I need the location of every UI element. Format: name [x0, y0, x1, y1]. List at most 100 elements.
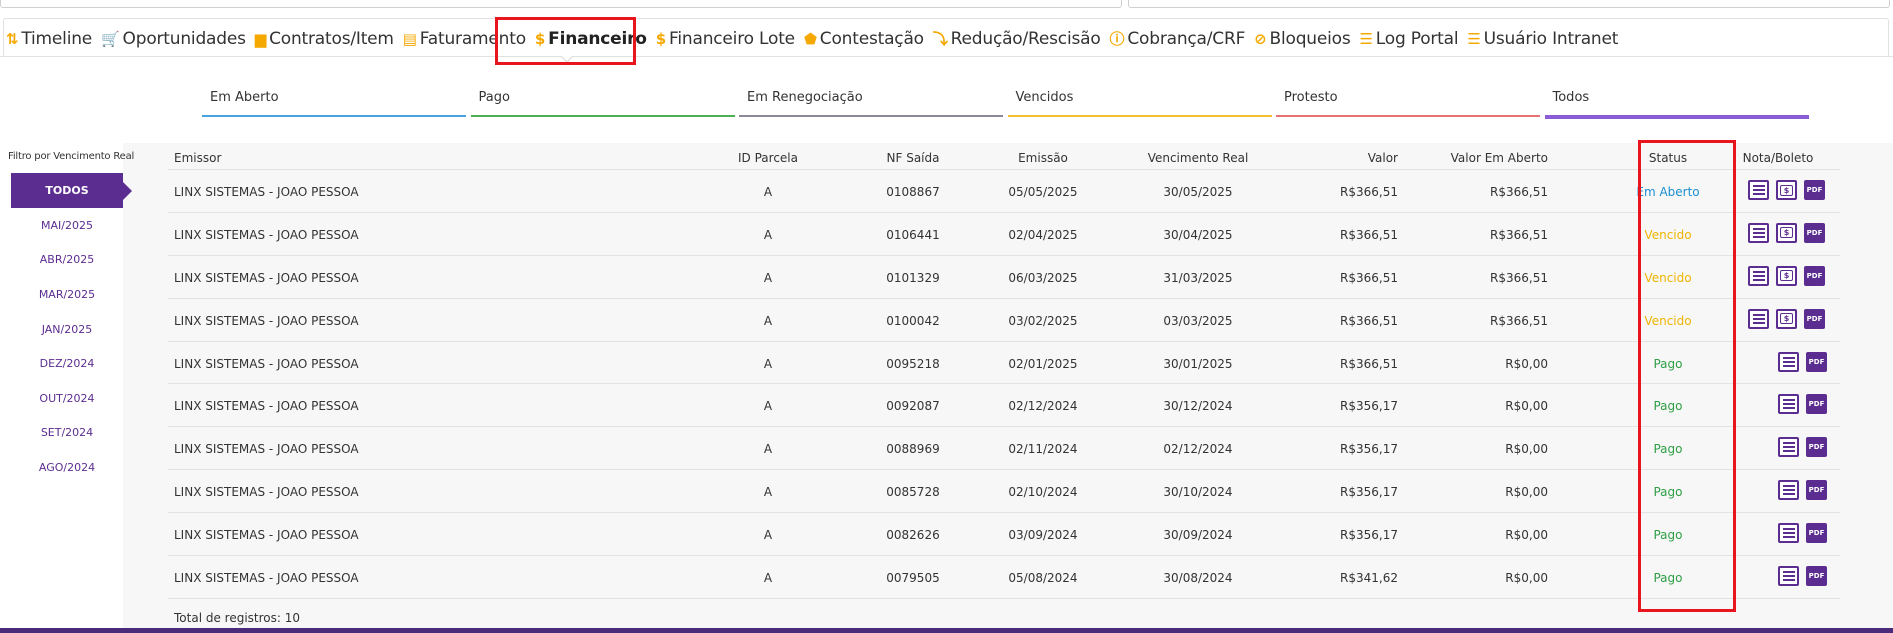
boleto-icon[interactable]: $	[1776, 265, 1797, 286]
document-icon[interactable]	[1778, 351, 1799, 372]
filter-item-ago-2024[interactable]: AGO/2024	[11, 450, 123, 485]
pdf-icon[interactable]: PDF	[1806, 566, 1827, 587]
pdf-icon[interactable]: PDF	[1806, 480, 1827, 501]
cell-vencimento-real: 02/12/2024	[1163, 442, 1233, 457]
table-row: LINX SISTEMAS - JOAO PESSOA A 0088969 02/11…	[168, 427, 1840, 471]
block-icon: ⊘	[1254, 29, 1267, 48]
header-nf-saida[interactable]: NF Saída	[858, 151, 968, 165]
cell-valor: R$356,17	[1340, 485, 1398, 500]
cell-valor: R$341,62	[1340, 571, 1398, 586]
document-icon[interactable]	[1748, 222, 1769, 243]
status-tab-em-renegocia-o[interactable]: Em Renegociação	[739, 86, 1008, 117]
document-icon[interactable]	[1748, 180, 1769, 200]
cell-emissao: 05/08/2024	[1008, 571, 1078, 586]
status-tab-em-aberto[interactable]: Em Aberto	[202, 86, 471, 117]
pdf-glyph: PDF	[1806, 186, 1823, 194]
cell-nf-saida: 0092087	[886, 399, 940, 414]
cell-emissao: 02/11/2024	[1008, 442, 1078, 457]
tab-log-portal[interactable]: ☰ Log Portal	[1360, 29, 1459, 49]
document-icon[interactable]	[1778, 480, 1799, 501]
pdf-glyph: PDF	[1806, 314, 1823, 323]
pdf-icon[interactable]: PDF	[1804, 265, 1825, 286]
status-tab-underline	[739, 115, 1003, 117]
tab-timeline[interactable]: ⇅ Timeline	[6, 29, 92, 49]
document-lines	[1782, 360, 1795, 363]
document-icon: ▤	[402, 29, 417, 48]
table-row: LINX SISTEMAS - JOAO PESSOA A 0095218 02/01…	[168, 342, 1840, 385]
header-valor[interactable]: Valor	[1318, 151, 1398, 165]
cell-emissao: 03/02/2025	[1008, 313, 1078, 328]
cell-emissor: LINX SISTEMAS - JOAO PESSOA	[174, 485, 359, 500]
pdf-icon[interactable]: PDF	[1804, 222, 1825, 243]
filter-item-mai-2025[interactable]: MAI/2025	[11, 208, 123, 243]
filter-item-out-2024[interactable]: OUT/2024	[11, 381, 123, 416]
document-icon[interactable]	[1778, 523, 1799, 544]
filter-item-jan-2025[interactable]: JAN/2025	[11, 312, 123, 347]
tab-contratos-item[interactable]: ▆ Contratos/Item	[255, 29, 394, 49]
cell-nf-saida: 0079505	[886, 571, 940, 586]
header-nota-boleto: Nota/Boleto	[1742, 151, 1814, 165]
cell-emissor: LINX SISTEMAS - JOAO PESSOA	[174, 313, 359, 328]
filter-item-mar-2025[interactable]: MAR/2025	[11, 277, 123, 312]
top-input-right[interactable]	[1128, 0, 1890, 8]
status-tab-pago[interactable]: Pago	[470, 86, 740, 117]
tab-oportunidades[interactable]: 🛒 Oportunidades	[101, 29, 246, 49]
boleto-icon[interactable]: $	[1776, 180, 1797, 200]
nota-boleto-actions: PDF	[1778, 480, 1862, 501]
cell-valor-em-aberto: R$0,00	[1505, 399, 1548, 414]
document-icon[interactable]	[1748, 265, 1769, 286]
document-icon[interactable]	[1748, 308, 1769, 329]
pdf-icon[interactable]: PDF	[1806, 437, 1827, 458]
tab-label: Oportunidades	[122, 28, 246, 49]
document-icon[interactable]	[1778, 394, 1799, 415]
status-tabs: Em Aberto Pago Em Renegociação Vencidos Prot…	[202, 86, 1814, 119]
status-tab-vencidos[interactable]: Vencidos	[1007, 86, 1277, 117]
cell-nf-saida: 0100042	[886, 313, 940, 328]
filter-item-set-2024[interactable]: SET/2024	[11, 416, 123, 451]
table-row: LINX SISTEMAS - JOAO PESSOA A 0082626 03/09…	[168, 513, 1840, 557]
cell-valor-em-aberto: R$366,51	[1490, 227, 1548, 242]
status-tab-protesto[interactable]: Protesto	[1276, 86, 1545, 117]
header-emissor[interactable]: Emissor	[174, 151, 221, 165]
pdf-glyph: PDF	[1808, 357, 1825, 366]
header-valor-em-aberto[interactable]: Valor Em Aberto	[1448, 151, 1548, 165]
tab-label: Log Portal	[1375, 28, 1459, 49]
pdf-icon[interactable]: PDF	[1804, 308, 1825, 329]
document-icon[interactable]	[1778, 437, 1799, 458]
pdf-icon[interactable]: PDF	[1804, 180, 1825, 200]
tab-cobran-a-crf[interactable]: ⓘ Cobrança/CRF	[1110, 28, 1246, 49]
cell-vencimento-real: 31/03/2025	[1163, 270, 1233, 285]
cell-vencimento-real: 30/04/2025	[1163, 227, 1233, 242]
tab-usu-rio-intranet[interactable]: ☰ Usuário Intranet	[1467, 29, 1618, 49]
boleto-glyph: $	[1780, 313, 1793, 325]
pdf-icon[interactable]: PDF	[1806, 351, 1827, 372]
document-lines	[1752, 231, 1765, 234]
document-icon[interactable]	[1778, 566, 1799, 587]
header-vencimento-real[interactable]: Vencimento Real	[1133, 151, 1263, 165]
filter-item-abr-2025[interactable]: ABR/2025	[11, 243, 123, 278]
top-input-left[interactable]	[0, 0, 1122, 8]
nota-boleto-actions: $ PDF	[1748, 308, 1832, 329]
tab-contesta-o[interactable]: ⬟ Contestação	[804, 29, 924, 49]
tab-financeiro-lote[interactable]: $ Financeiro Lote	[656, 29, 795, 49]
pdf-icon[interactable]: PDF	[1806, 523, 1827, 544]
cell-emissao: 02/12/2024	[1008, 399, 1078, 414]
header-emissao[interactable]: Emissão	[988, 151, 1098, 165]
table-row: LINX SISTEMAS - JOAO PESSOA A 0106441 02/04…	[168, 213, 1840, 256]
financeiro-highlight-box	[495, 17, 636, 65]
cell-id-parcela: A	[763, 185, 773, 199]
pdf-icon[interactable]: PDF	[1806, 394, 1827, 415]
tab-bloqueios[interactable]: ⊘ Bloqueios	[1254, 29, 1351, 49]
status-highlight-box	[1638, 140, 1736, 612]
status-tab-todos[interactable]: Todos	[1544, 86, 1814, 119]
tab-redu-o-rescis-o[interactable]: ⤵ Redução/Rescisão	[933, 28, 1101, 49]
cell-emissor: LINX SISTEMAS - JOAO PESSOA	[174, 270, 359, 285]
filter-item-dez-2024[interactable]: DEZ/2024	[11, 346, 123, 381]
boleto-icon[interactable]: $	[1776, 308, 1797, 329]
tab-label: Usuário Intranet	[1483, 28, 1619, 49]
status-tab-label: Todos	[1552, 90, 1590, 105]
header-id-parcela[interactable]: ID Parcela	[738, 151, 798, 165]
filter-item-todos[interactable]: TODOS	[11, 173, 132, 208]
boleto-icon[interactable]: $	[1776, 222, 1797, 243]
cell-id-parcela: A	[763, 270, 773, 285]
